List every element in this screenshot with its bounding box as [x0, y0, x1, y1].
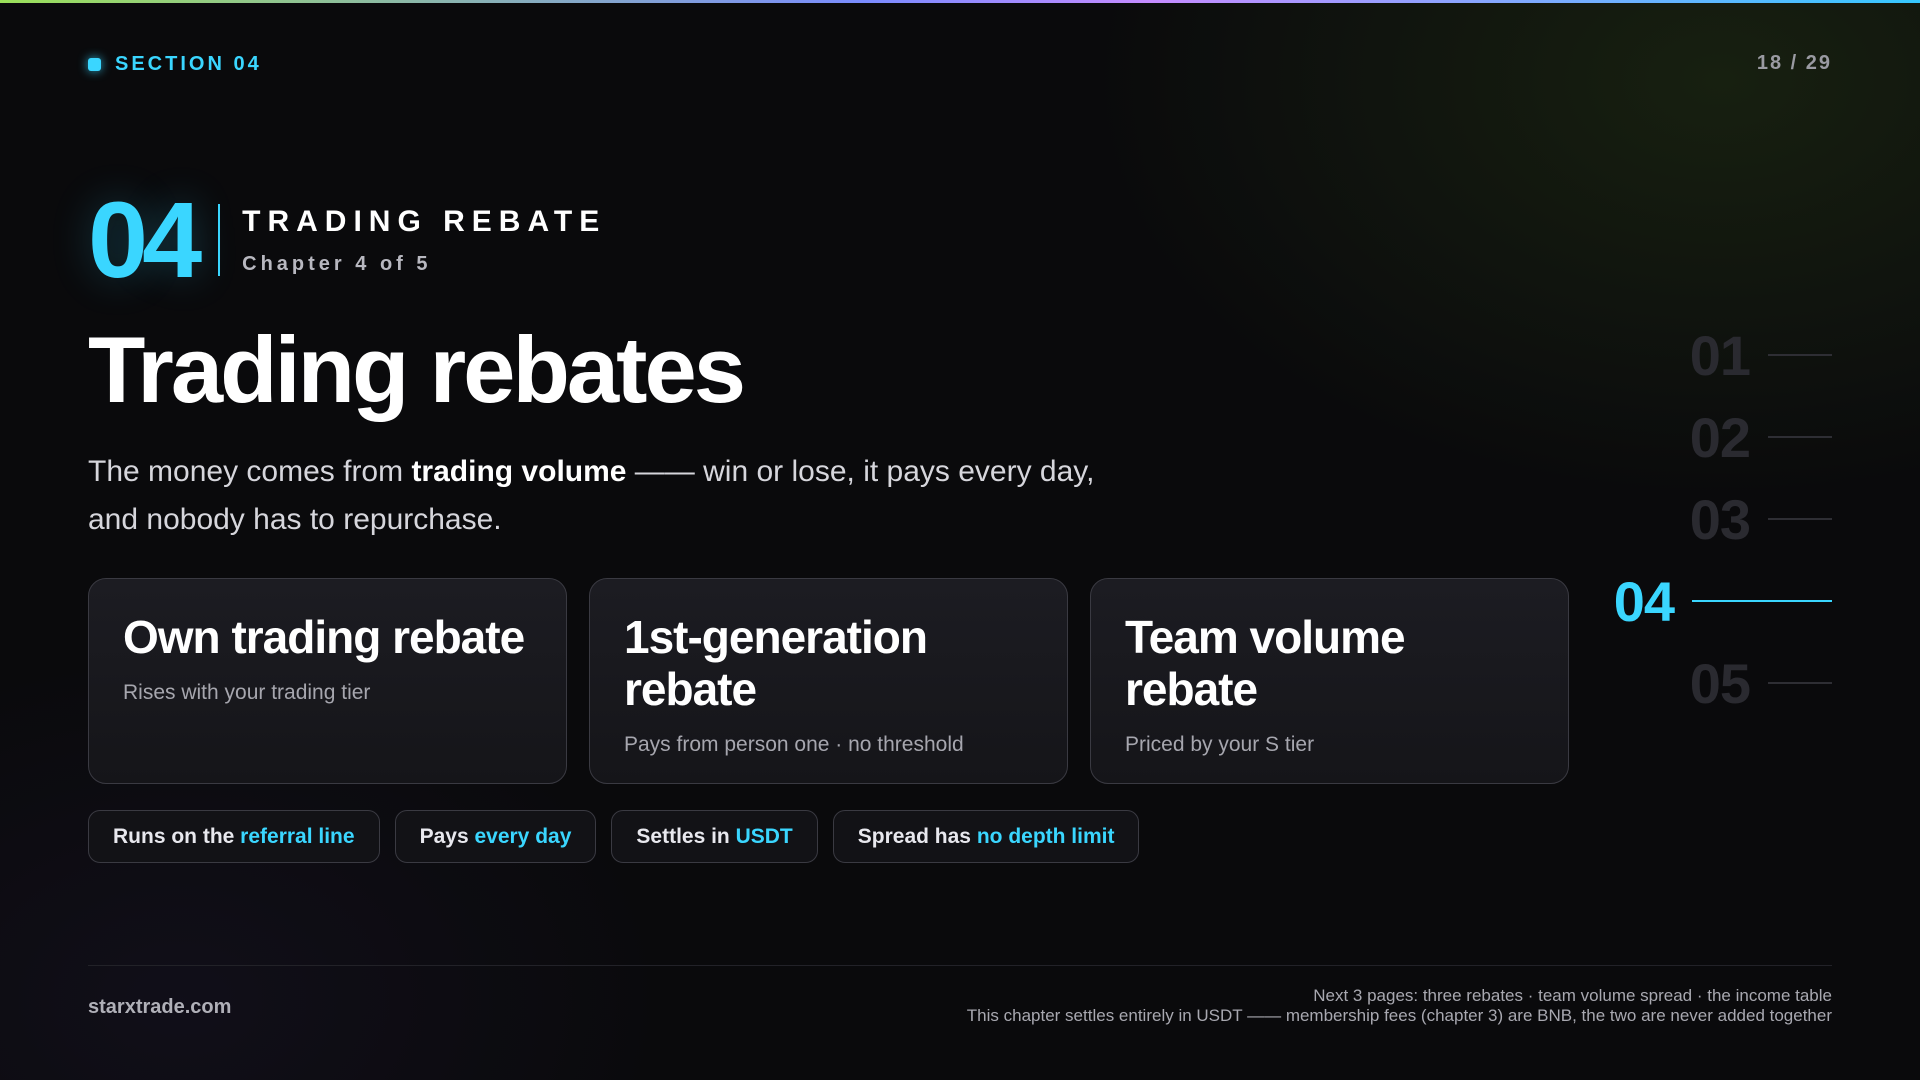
chapter-title: TRADING REBATE [242, 204, 607, 238]
chapter-divider [218, 204, 221, 276]
pill-highlight: every day [474, 824, 572, 848]
lead-bold: trading volume [411, 455, 627, 488]
footer-note-1: Next 3 pages: three rebates · team volum… [1313, 986, 1832, 1005]
footer-brand[interactable]: starxtrade.com [88, 996, 231, 1019]
chapter-header: 04 TRADING REBATE Chapter 4 of 5 [88, 179, 606, 300]
feature-pills: Runs on the referral line Pays every day… [88, 810, 1140, 863]
pill-text: Runs on the [113, 824, 241, 848]
chapter-subtitle: Chapter 4 of 5 [242, 252, 432, 275]
card-title: Own trading rebate [123, 611, 525, 663]
card-title: 1st-generation rebate [624, 611, 928, 715]
nav-line [1768, 436, 1832, 438]
nav-item-03[interactable]: 03 [1690, 484, 1832, 554]
rebate-card-own: Own trading rebate Rises with your tradi… [88, 578, 567, 784]
rebate-card-team: Team volume rebate Priced by your S tier [1090, 578, 1569, 784]
lead-text-2: —— win or lose, it pays every day, [626, 455, 1095, 488]
page-counter: 18 / 29 [1756, 52, 1832, 74]
lead-paragraph: The money comes from trading volume —— w… [88, 448, 1208, 544]
chapter-number: 04 [88, 179, 202, 300]
pill-every-day: Pays every day [394, 810, 597, 863]
pill-highlight: USDT [735, 824, 793, 848]
pill-text: Settles in [636, 824, 736, 848]
pill-usdt: Settles in USDT [611, 810, 818, 863]
slide: SECTION 04 18 / 29 04 TRADING REBATE Cha… [0, 0, 1920, 1080]
nav-item-01[interactable]: 01 [1690, 320, 1832, 390]
nav-line [1692, 600, 1832, 602]
nav-item-02[interactable]: 02 [1690, 402, 1832, 472]
nav-number: 04 [1613, 569, 1675, 633]
chapter-text: TRADING REBATE Chapter 4 of 5 [242, 205, 606, 276]
nav-line [1768, 518, 1832, 520]
rebate-card-first-gen: 1st-generation rebate Pays from person o… [589, 578, 1068, 784]
card-subtitle: Pays from person one · no threshold [624, 733, 964, 756]
nav-number: 03 [1689, 487, 1751, 551]
nav-line [1768, 354, 1832, 356]
pill-highlight: referral line [240, 824, 355, 848]
pill-referral-line: Runs on the referral line [88, 810, 380, 863]
footer-divider [88, 965, 1832, 966]
footer-note-2: This chapter settles entirely in USDT ——… [966, 1006, 1832, 1025]
rebate-cards: Own trading rebate Rises with your tradi… [88, 578, 1569, 784]
pill-text: Pays [419, 824, 475, 848]
pill-text: Spread has [857, 824, 977, 848]
nav-number: 01 [1689, 323, 1751, 387]
pill-highlight: no depth limit [976, 824, 1115, 848]
section-dot-icon [88, 57, 101, 71]
section-tag: SECTION 04 [88, 52, 262, 76]
nav-number: 02 [1689, 405, 1751, 469]
nav-line [1768, 682, 1832, 684]
top-gradient-bar [0, 0, 1920, 3]
card-subtitle: Priced by your S tier [1125, 733, 1315, 756]
lead-text-1: The money comes from [88, 455, 412, 488]
pill-no-depth-limit: Spread has no depth limit [832, 810, 1140, 863]
section-label: SECTION 04 [115, 52, 262, 75]
card-title: Team volume rebate [1125, 611, 1406, 715]
card-subtitle: Rises with your trading tier [123, 681, 371, 704]
page-title: Trading rebates [88, 317, 746, 422]
nav-number: 05 [1689, 651, 1751, 715]
nav-item-04[interactable]: 04 [1614, 566, 1832, 636]
footer-notes: Next 3 pages: three rebates · team volum… [967, 986, 1832, 1026]
nav-item-05[interactable]: 05 [1690, 648, 1832, 718]
lead-text-3: and nobody has to repurchase. [88, 503, 502, 536]
